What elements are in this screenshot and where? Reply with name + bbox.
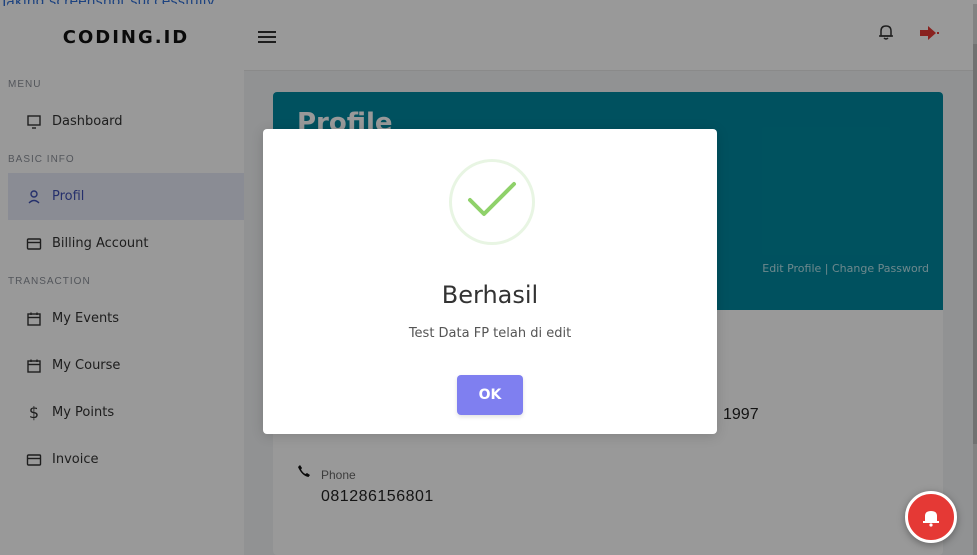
modal-title: Berhasil [441, 281, 539, 309]
modal-message: Test Data FP telah di edit [408, 326, 572, 341]
ok-button[interactable]: OK [457, 375, 523, 415]
success-modal: Berhasil Test Data FP telah di edit OK [263, 129, 717, 434]
notification-bell-button[interactable] [905, 491, 957, 543]
success-check-icon [449, 159, 535, 245]
